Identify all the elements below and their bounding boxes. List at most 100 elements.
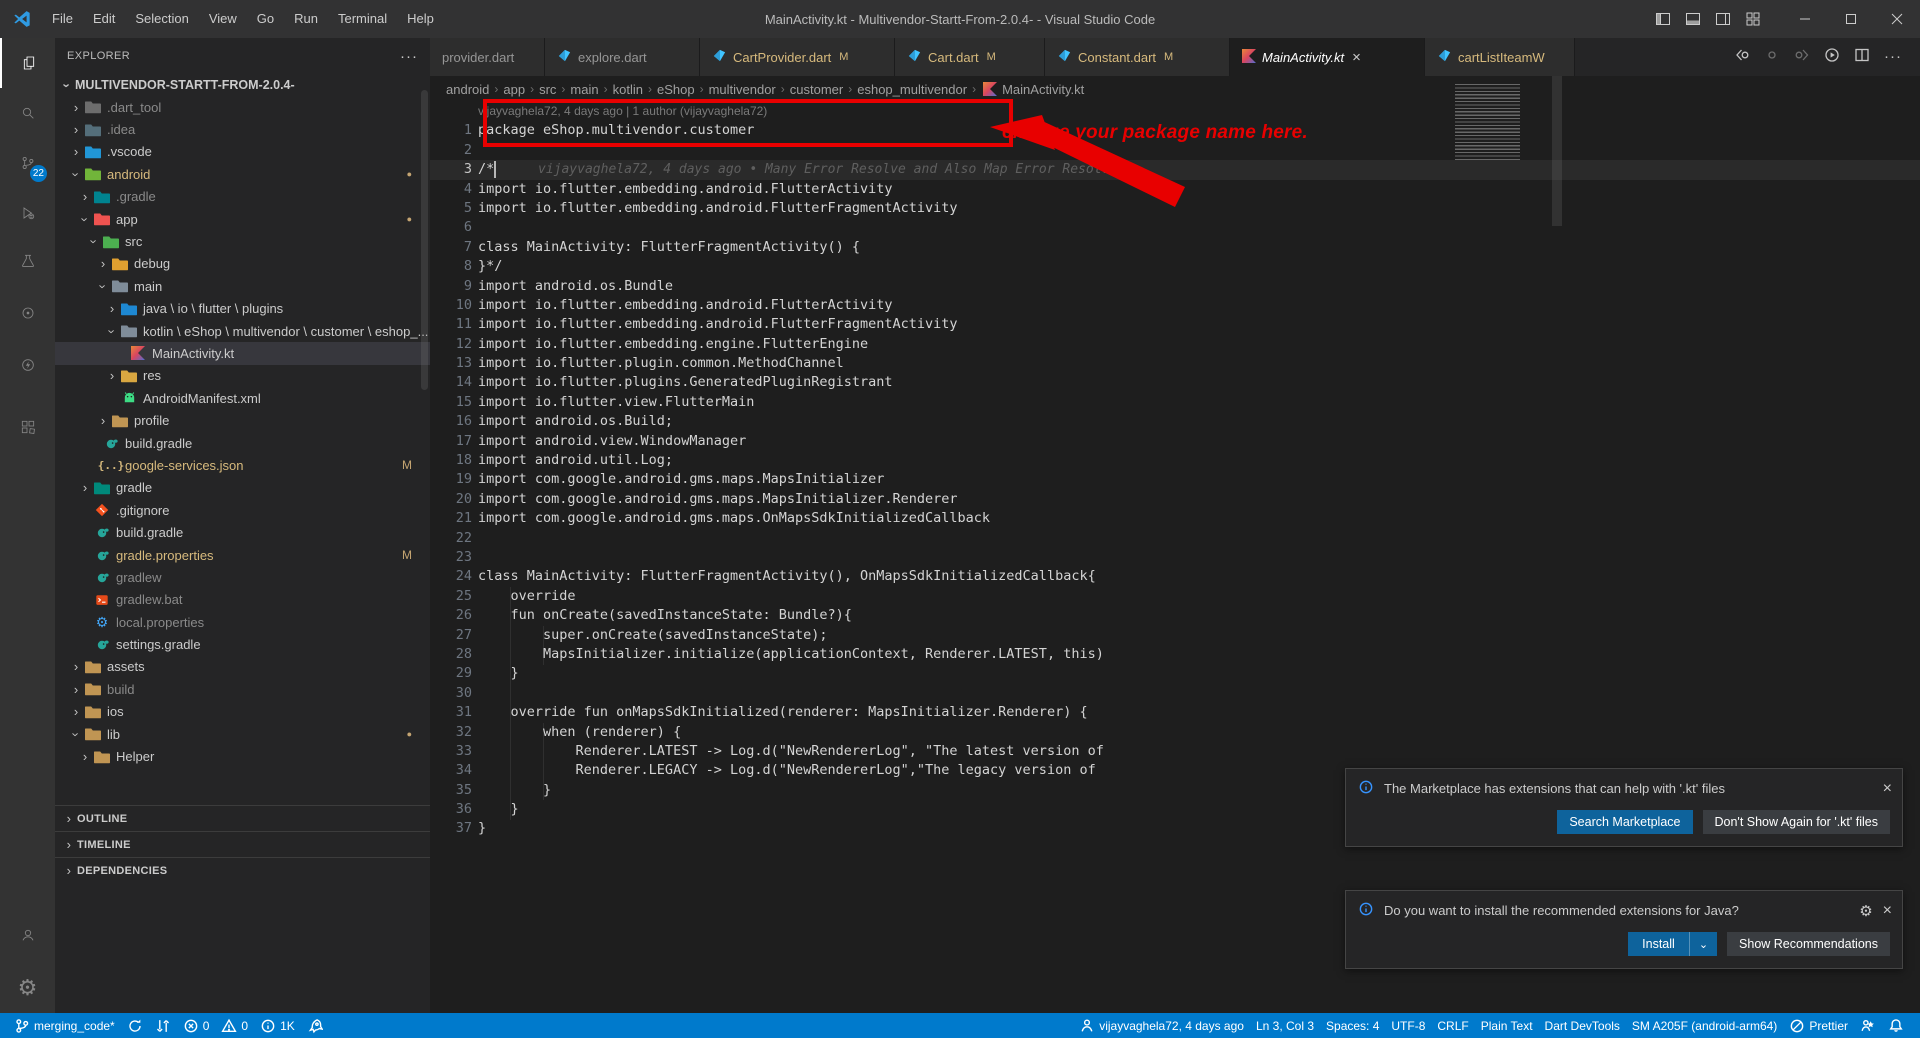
breadcrumb-item[interactable]: eShop bbox=[657, 82, 695, 97]
activity-settings-icon[interactable]: ⚙ bbox=[0, 963, 55, 1013]
explorer-more-actions-icon[interactable]: ··· bbox=[400, 48, 418, 65]
tree-item-kotlin-eshop-multivendor-customer-eshop-...[interactable]: ›kotlin \ eShop \ multivendor \ customer… bbox=[55, 320, 430, 342]
status-merging-code-[interactable]: merging_code* bbox=[8, 1013, 121, 1038]
close-icon[interactable]: × bbox=[1883, 780, 1892, 798]
don-t-show-again-for-kt-files-button[interactable]: Don't Show Again for '.kt' files bbox=[1703, 810, 1891, 834]
tab-close-icon[interactable]: × bbox=[1352, 49, 1361, 66]
menu-run[interactable]: Run bbox=[284, 6, 328, 32]
tab-constant-dart[interactable]: Constant.dartM bbox=[1045, 38, 1230, 76]
tab-cart-dart[interactable]: Cart.dartM bbox=[895, 38, 1045, 76]
tree-item-.dart-tool[interactable]: ›.dart_tool bbox=[55, 96, 430, 118]
menu-terminal[interactable]: Terminal bbox=[328, 6, 397, 32]
pane-outline[interactable]: ›OUTLINE bbox=[55, 805, 430, 831]
activity-explorer-icon[interactable] bbox=[0, 38, 55, 88]
customize-layout-icon[interactable] bbox=[1738, 4, 1768, 34]
tree-item-google-services.json[interactable]: {..}google-services.jsonM bbox=[55, 454, 430, 476]
breadcrumb-item[interactable]: app bbox=[503, 82, 525, 97]
toggle-sidebar-icon[interactable] bbox=[1648, 4, 1678, 34]
menu-help[interactable]: Help bbox=[397, 6, 444, 32]
tree-item-ios[interactable]: ›ios bbox=[55, 701, 430, 723]
toggle-panel-icon[interactable] bbox=[1678, 4, 1708, 34]
more-actions-icon[interactable]: ··· bbox=[1884, 48, 1902, 66]
status-sm-a205f-android-arm64-[interactable]: SM A205F (android-arm64) bbox=[1626, 1013, 1783, 1038]
tree-item-helper[interactable]: ›Helper bbox=[55, 745, 430, 767]
status-bell[interactable] bbox=[1882, 1013, 1910, 1038]
show-recommendations-button[interactable]: Show Recommendations bbox=[1727, 932, 1890, 956]
tree-item-settings.gradle[interactable]: settings.gradle bbox=[55, 633, 430, 655]
breadcrumb-item[interactable]: kotlin bbox=[613, 82, 643, 97]
tree-item-.gitignore[interactable]: .gitignore bbox=[55, 499, 430, 521]
tree-root[interactable]: › MULTIVENDOR-STARTT-FROM-2.0.4- bbox=[55, 74, 430, 96]
tree-item-build[interactable]: ›build bbox=[55, 678, 430, 700]
breadcrumb-item[interactable]: src bbox=[539, 82, 556, 97]
go-forward-icon[interactable] bbox=[1794, 47, 1810, 68]
tree-item-lib[interactable]: ›lib● bbox=[55, 723, 430, 745]
tree-item-main[interactable]: ›main bbox=[55, 275, 430, 297]
go-back-icon[interactable] bbox=[1734, 47, 1750, 68]
tree-item-app[interactable]: ›app● bbox=[55, 208, 430, 230]
close-icon[interactable]: × bbox=[1883, 902, 1892, 920]
tree-item-android[interactable]: ›android● bbox=[55, 163, 430, 185]
tree-item-gradle[interactable]: ›gradle bbox=[55, 477, 430, 499]
status-sync[interactable] bbox=[121, 1013, 149, 1038]
tree-item-assets[interactable]: ›assets bbox=[55, 656, 430, 678]
status-0[interactable]: 0 bbox=[215, 1013, 254, 1038]
minimize-button[interactable] bbox=[1782, 0, 1828, 38]
tree-item-androidmanifest.xml[interactable]: AndroidManifest.xml bbox=[55, 387, 430, 409]
breadcrumb-item[interactable]: multivendor bbox=[709, 82, 776, 97]
menu-file[interactable]: File bbox=[42, 6, 83, 32]
menu-selection[interactable]: Selection bbox=[125, 6, 198, 32]
tab-cartlistiteamw[interactable]: cartListIteamW bbox=[1425, 38, 1575, 76]
minimap[interactable] bbox=[1455, 84, 1545, 162]
activity-search-icon[interactable] bbox=[0, 88, 55, 138]
tree-item-.idea[interactable]: ›.idea bbox=[55, 118, 430, 140]
menu-view[interactable]: View bbox=[199, 6, 247, 32]
activity-source-control-icon[interactable]: 22 bbox=[0, 138, 55, 188]
status-compare[interactable] bbox=[149, 1013, 177, 1038]
split-editor-icon[interactable] bbox=[1854, 47, 1870, 68]
status-rocket[interactable] bbox=[301, 1013, 329, 1038]
tab-cartprovider-dart[interactable]: CartProvider.dartM bbox=[700, 38, 895, 76]
nav-dot-icon[interactable] bbox=[1764, 47, 1780, 68]
toggle-secondary-sidebar-icon[interactable] bbox=[1708, 4, 1738, 34]
tree-item-mainactivity.kt[interactable]: MainActivity.kt bbox=[55, 342, 430, 364]
status-vijayvaghela72-4-days-ag[interactable]: vijayvaghela72, 4 days ago bbox=[1073, 1013, 1250, 1038]
status-0[interactable]: 0 bbox=[177, 1013, 216, 1038]
tab-provider-dart[interactable]: provider.dart bbox=[430, 38, 545, 76]
sidebar-scrollbar[interactable] bbox=[421, 90, 428, 390]
tree-item-res[interactable]: ›res bbox=[55, 365, 430, 387]
install-button[interactable]: Install bbox=[1628, 932, 1689, 956]
activity-run-debug-icon[interactable] bbox=[0, 188, 55, 238]
editor-scrollbar[interactable] bbox=[1552, 76, 1562, 226]
gear-icon[interactable]: ⚙ bbox=[1859, 902, 1872, 920]
breadcrumb-item[interactable]: eshop_multivendor bbox=[857, 82, 967, 97]
tree-item-gradlew.bat[interactable]: gradlew.bat bbox=[55, 589, 430, 611]
tree-item-profile[interactable]: ›profile bbox=[55, 409, 430, 431]
close-window-button[interactable] bbox=[1874, 0, 1920, 38]
activity-thunder-client-icon[interactable] bbox=[0, 340, 55, 390]
status-plain-text[interactable]: Plain Text bbox=[1475, 1013, 1539, 1038]
tree-item-build.gradle[interactable]: build.gradle bbox=[55, 521, 430, 543]
status-prettier[interactable]: Prettier bbox=[1783, 1013, 1854, 1038]
tree-item-debug[interactable]: ›debug bbox=[55, 253, 430, 275]
tree-item-java-io-flutter-plugins[interactable]: ›java \ io \ flutter \ plugins bbox=[55, 298, 430, 320]
code-area[interactable]: vijayvaghela72, 4 days ago | 1 author (v… bbox=[430, 102, 1920, 1013]
tab-mainactivity-kt[interactable]: MainActivity.kt× bbox=[1230, 38, 1425, 76]
status-utf-8[interactable]: UTF-8 bbox=[1385, 1013, 1431, 1038]
status-crlf[interactable]: CRLF bbox=[1431, 1013, 1474, 1038]
maximize-button[interactable] bbox=[1828, 0, 1874, 38]
pane-dependencies[interactable]: ›DEPENDENCIES bbox=[55, 857, 430, 883]
breadcrumb-item[interactable]: main bbox=[570, 82, 598, 97]
tree-item-src[interactable]: ›src bbox=[55, 230, 430, 252]
install-split-button[interactable]: Install⌄ bbox=[1628, 932, 1717, 956]
pane-timeline[interactable]: ›TIMELINE bbox=[55, 831, 430, 857]
tab-explore-dart[interactable]: explore.dart bbox=[545, 38, 700, 76]
tree-item-gradle.properties[interactable]: gradle.propertiesM bbox=[55, 544, 430, 566]
tree-item-.vscode[interactable]: ›.vscode bbox=[55, 141, 430, 163]
tree-item-gradlew[interactable]: gradlew bbox=[55, 566, 430, 588]
activity-testing-icon[interactable] bbox=[0, 236, 55, 286]
run-circle-icon[interactable] bbox=[1824, 47, 1840, 68]
tree-item-.gradle[interactable]: ›.gradle bbox=[55, 186, 430, 208]
search-marketplace-button[interactable]: Search Marketplace bbox=[1557, 810, 1692, 834]
activity-circle-tool-icon[interactable] bbox=[0, 288, 55, 338]
